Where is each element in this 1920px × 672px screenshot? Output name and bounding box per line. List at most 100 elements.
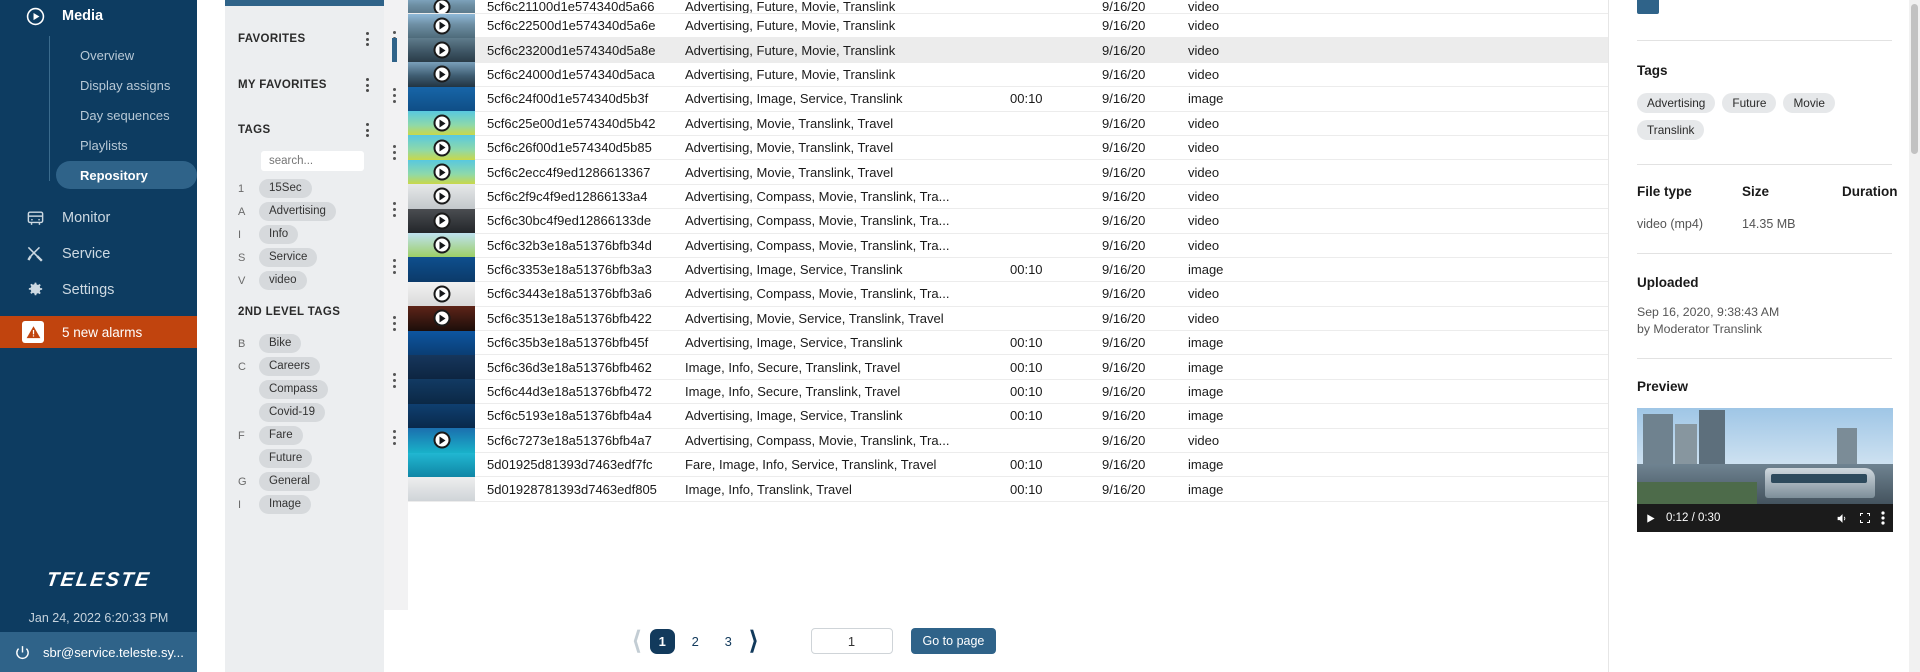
page-button-2[interactable]: 2 bbox=[683, 629, 708, 654]
row-kebab-icon[interactable] bbox=[393, 259, 396, 274]
page-button-1[interactable]: 1 bbox=[649, 628, 675, 654]
table-row[interactable]: 5cf6c3353e18a51376bfb3a3 Advertising, Ima… bbox=[408, 257, 1608, 283]
detail-tag-chip[interactable]: Movie bbox=[1783, 93, 1835, 113]
tag-item[interactable]: A Advertising bbox=[225, 200, 384, 223]
row-thumbnail[interactable] bbox=[408, 354, 475, 380]
tag-chip[interactable]: Covid-19 bbox=[259, 403, 326, 422]
table-row[interactable]: 5cf6c2ecc4f9ed1286613367 Advertising, Mov… bbox=[408, 159, 1608, 185]
tag-item[interactable]: B Bike bbox=[225, 332, 384, 355]
row-kebab-icon[interactable] bbox=[393, 316, 396, 331]
tag-item[interactable]: I Image bbox=[225, 493, 384, 516]
row-kebab-icon[interactable] bbox=[393, 430, 396, 445]
tag-item[interactable]: Future bbox=[225, 447, 384, 470]
detail-tag-chip[interactable]: Future bbox=[1722, 93, 1777, 113]
tag-chip[interactable]: Advertising bbox=[259, 202, 336, 221]
row-thumbnail[interactable] bbox=[408, 330, 475, 355]
section-tags[interactable]: TAGS bbox=[225, 119, 384, 141]
tag-chip[interactable]: Info bbox=[259, 225, 299, 244]
tag-chip[interactable]: Compass bbox=[259, 380, 328, 399]
row-thumbnail[interactable] bbox=[408, 135, 475, 160]
row-thumbnail[interactable] bbox=[408, 208, 475, 234]
alarm-banner[interactable]: 5 new alarms bbox=[0, 316, 197, 348]
power-icon[interactable] bbox=[14, 644, 31, 661]
row-thumbnail[interactable] bbox=[408, 428, 475, 453]
page-number-input[interactable] bbox=[810, 628, 893, 654]
table-row[interactable]: 5cf6c5193e18a51376bfb4a4 Advertising, Ima… bbox=[408, 403, 1608, 429]
scrollbar-thumb[interactable] bbox=[1911, 4, 1918, 154]
preview-player[interactable]: 0:12 / 0:30 bbox=[1637, 408, 1893, 532]
tag-item[interactable]: Compass bbox=[225, 378, 384, 401]
play-icon[interactable] bbox=[1645, 513, 1656, 524]
row-thumbnail[interactable] bbox=[408, 86, 475, 112]
row-thumbnail[interactable] bbox=[408, 379, 475, 404]
detail-tag-chip[interactable]: Translink bbox=[1637, 120, 1705, 140]
sidebar-item-display-assigns[interactable]: Display assigns bbox=[0, 71, 197, 99]
row-thumbnail[interactable] bbox=[408, 37, 475, 63]
tags-kebab-icon[interactable] bbox=[363, 119, 372, 141]
table-row[interactable]: 5d01928781393d7463edf805 Image, Info, Tra… bbox=[408, 476, 1608, 502]
table-row[interactable]: 5cf6c35b3e18a51376bfb45f Advertising, Ima… bbox=[408, 330, 1608, 356]
table-row[interactable]: 5cf6c23200d1e574340d5a8e Advertising, Fut… bbox=[392, 37, 1608, 63]
row-thumbnail[interactable] bbox=[408, 403, 475, 429]
table-row[interactable]: 5cf6c21100d1e574340d5a66 Advertising, Fut… bbox=[408, 0, 1608, 14]
tag-chip[interactable]: 15Sec bbox=[259, 179, 312, 198]
table-row[interactable]: 5cf6c30bc4f9ed12866133de Advertising, Com… bbox=[408, 208, 1608, 234]
tag-chip[interactable]: Future bbox=[259, 449, 313, 468]
tag-item[interactable]: G General bbox=[225, 470, 384, 493]
volume-icon[interactable] bbox=[1836, 512, 1849, 525]
row-thumbnail[interactable] bbox=[408, 233, 475, 258]
chevron-left-icon[interactable]: ⟨ bbox=[632, 628, 642, 654]
detail-tag-chip[interactable]: Advertising bbox=[1637, 93, 1716, 113]
row-kebab-icon[interactable] bbox=[393, 202, 396, 217]
sidebar-item-service[interactable]: Service bbox=[0, 237, 197, 271]
table-row[interactable]: 5cf6c24000d1e574340d5aca Advertising, Fut… bbox=[408, 62, 1608, 88]
tag-item[interactable]: C Careers bbox=[225, 355, 384, 378]
chevron-right-icon[interactable]: ⟩ bbox=[749, 628, 759, 654]
sidebar-item-playlists[interactable]: Playlists bbox=[0, 131, 197, 159]
table-row[interactable]: 5cf6c3443e18a51376bfb3a6 Advertising, Com… bbox=[408, 281, 1608, 307]
table-row[interactable]: 5cf6c25e00d1e574340d5b42 Advertising, Mov… bbox=[408, 111, 1608, 136]
row-thumbnail[interactable] bbox=[408, 62, 475, 87]
row-thumbnail[interactable] bbox=[408, 257, 475, 282]
table-row[interactable]: 5cf6c36d3e18a51376bfb462 Image, Info, Sec… bbox=[408, 354, 1608, 380]
table-row[interactable]: 5cf6c2f9c4f9ed12866133a4 Advertising, Com… bbox=[408, 184, 1608, 210]
tag-chip[interactable]: video bbox=[259, 271, 307, 290]
table-row[interactable]: 5d01925d81393d7463edf7fc Fare, Image, Inf… bbox=[408, 452, 1608, 478]
table-row[interactable]: 5cf6c3513e18a51376bfb422 Advertising, Mov… bbox=[408, 306, 1608, 332]
row-thumbnail[interactable] bbox=[408, 306, 475, 331]
tag-chip[interactable]: Careers bbox=[259, 357, 320, 376]
sidebar-item-overview[interactable]: Overview bbox=[0, 41, 197, 69]
row-thumbnail[interactable] bbox=[408, 0, 475, 13]
page-scrollbar[interactable] bbox=[1909, 0, 1920, 672]
kebab-icon[interactable] bbox=[1881, 511, 1885, 525]
table-row[interactable]: 5cf6c22500d1e574340d5a6e Advertising, Fut… bbox=[408, 13, 1608, 39]
tag-chip[interactable]: Service bbox=[259, 248, 318, 267]
row-thumbnail[interactable] bbox=[408, 476, 475, 502]
tag-chip[interactable]: Fare bbox=[259, 426, 303, 445]
row-thumbnail[interactable] bbox=[408, 159, 475, 185]
row-thumbnail[interactable] bbox=[408, 111, 475, 136]
tag-item[interactable]: F Fare bbox=[225, 424, 384, 447]
tag-chip[interactable]: Image bbox=[259, 495, 311, 514]
tag-item[interactable]: S Service bbox=[225, 246, 384, 269]
table-row[interactable]: 5cf6c32b3e18a51376bfb34d Advertising, Com… bbox=[408, 233, 1608, 258]
my-favorites-kebab-icon[interactable] bbox=[363, 74, 372, 96]
sidebar-item-settings[interactable]: Settings bbox=[0, 273, 197, 307]
tag-search-input[interactable] bbox=[261, 151, 364, 171]
table-row[interactable]: 5cf6c7273e18a51376bfb4a7 Advertising, Com… bbox=[408, 428, 1608, 454]
row-thumbnail[interactable] bbox=[408, 184, 475, 209]
sidebar-item-monitor[interactable]: Monitor bbox=[0, 201, 197, 235]
section-my-favorites[interactable]: MY FAVORITES bbox=[225, 74, 384, 96]
tag-item[interactable]: V video bbox=[225, 269, 384, 292]
go-to-page-button[interactable]: Go to page bbox=[910, 628, 997, 654]
table-row[interactable]: 5cf6c44d3e18a51376bfb472 Image, Info, Sec… bbox=[408, 379, 1608, 405]
sidebar-item-day-sequences[interactable]: Day sequences bbox=[0, 101, 197, 129]
row-thumbnail[interactable] bbox=[408, 452, 475, 477]
table-row[interactable]: 5cf6c26f00d1e574340d5b85 Advertising, Mov… bbox=[408, 135, 1608, 161]
favorites-kebab-icon[interactable] bbox=[363, 28, 372, 50]
page-button-3[interactable]: 3 bbox=[716, 629, 741, 654]
user-bar[interactable]: sbr@service.teleste.sy... bbox=[0, 632, 197, 672]
row-kebab-icon[interactable] bbox=[393, 373, 396, 388]
tag-chip[interactable]: Bike bbox=[259, 334, 302, 353]
sidebar-group-media[interactable]: Media bbox=[0, 0, 197, 32]
